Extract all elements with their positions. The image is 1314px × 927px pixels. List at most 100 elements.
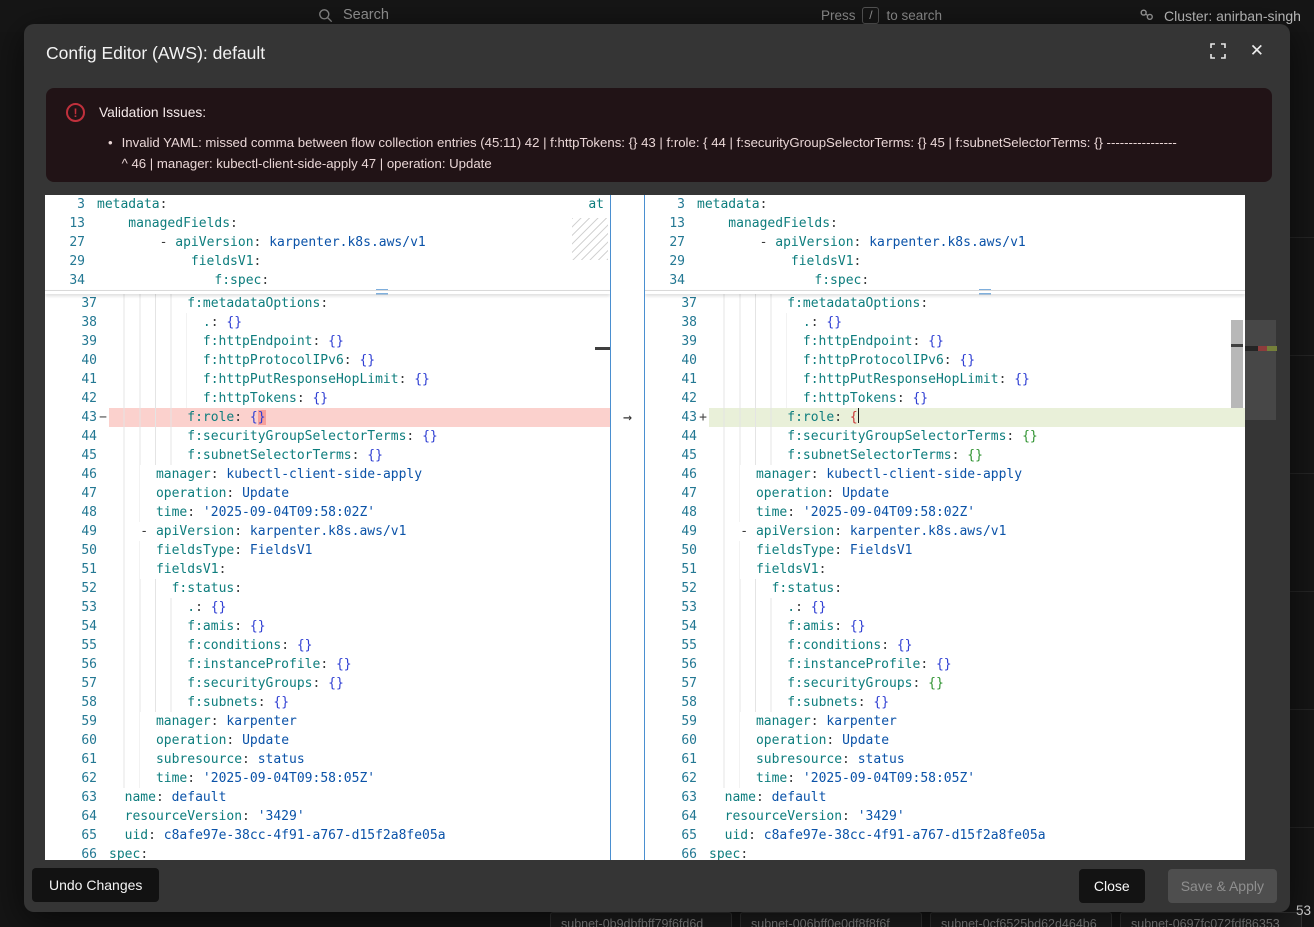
code-line[interactable]: 52f:status:: [45, 579, 610, 598]
code-line[interactable]: 29fieldsV1:: [645, 252, 1245, 271]
code-line[interactable]: 41f:httpPutResponseHopLimit: {}: [645, 370, 1245, 389]
code-line[interactable]: 41f:httpPutResponseHopLimit: {}: [45, 370, 610, 389]
code-line[interactable]: 58f:subnets: {}: [645, 693, 1245, 712]
code-line[interactable]: 61subresource: status: [645, 750, 1245, 769]
code-line[interactable]: 39f:httpEndpoint: {}: [45, 332, 610, 351]
code-line[interactable]: 50fieldsType: FieldsV1: [645, 541, 1245, 560]
code-line[interactable]: 27- apiVersion: karpenter.k8s.aws/v1: [645, 233, 1245, 252]
code-line[interactable]: 58f:subnets: {}: [45, 693, 610, 712]
code-line[interactable]: 55f:conditions: {}: [45, 636, 610, 655]
code-line[interactable]: 29fieldsV1:: [45, 252, 610, 271]
indent-guides: [109, 294, 172, 313]
code-line[interactable]: 39f:httpEndpoint: {}: [645, 332, 1245, 351]
code-line[interactable]: 60operation: Update: [645, 731, 1245, 750]
line-number: 46: [645, 465, 697, 484]
code-line[interactable]: 66spec:: [645, 845, 1245, 860]
code-line[interactable]: 57f:securityGroups: {}: [45, 674, 610, 693]
code-line[interactable]: 49- apiVersion: karpenter.k8s.aws/v1: [45, 522, 610, 541]
code-line[interactable]: 59manager: karpenter: [45, 712, 610, 731]
code-line[interactable]: 53.: {}: [645, 598, 1245, 617]
code-line[interactable]: 53.: {}: [45, 598, 610, 617]
code-line[interactable]: 49- apiVersion: karpenter.k8s.aws/v1: [645, 522, 1245, 541]
code-line[interactable]: 13managedFields:: [645, 214, 1245, 233]
code-line[interactable]: 45f:subnetSelectorTerms: {}: [645, 446, 1245, 465]
code-line[interactable]: 44f:securityGroupSelectorTerms: {}: [645, 427, 1245, 446]
line-number: 13: [45, 214, 85, 233]
diff-marker: [697, 484, 709, 503]
code-line[interactable]: 3metadata:: [645, 195, 1245, 214]
diff-marker: −: [97, 408, 109, 427]
subnet-badge: subnet-0cf6525bd62d464b6: [930, 912, 1112, 927]
save-apply-button[interactable]: Save & Apply: [1168, 869, 1277, 903]
code-line[interactable]: 56f:instanceProfile: {}: [645, 655, 1245, 674]
code-line[interactable]: 42f:httpTokens: {}: [45, 389, 610, 408]
code-line[interactable]: 65uid: c8afe97e-38cc-4f91-a767-d15f2a8fe…: [45, 826, 610, 845]
code-line[interactable]: 60operation: Update: [45, 731, 610, 750]
minimap-slider[interactable]: [1245, 320, 1276, 420]
code-line[interactable]: 42f:httpTokens: {}: [645, 389, 1245, 408]
code-line[interactable]: 51fieldsV1:: [45, 560, 610, 579]
code-line[interactable]: 43+f:role: {: [645, 408, 1245, 427]
code-line[interactable]: 27- apiVersion: karpenter.k8s.aws/v1: [45, 233, 610, 252]
line-number: 39: [45, 332, 97, 351]
code-line[interactable]: 54f:amis: {}: [645, 617, 1245, 636]
code-line[interactable]: 57f:securityGroups: {}: [645, 674, 1245, 693]
line-number: 55: [45, 636, 97, 655]
line-number: 60: [45, 731, 97, 750]
code-line[interactable]: 45f:subnetSelectorTerms: {}: [45, 446, 610, 465]
code-line[interactable]: 37f:metadataOptions:: [45, 294, 610, 313]
code-line[interactable]: 50fieldsType: FieldsV1: [45, 541, 610, 560]
code-line[interactable]: 48time: '2025-09-04T09:58:02Z': [645, 503, 1245, 522]
code-line[interactable]: 65uid: c8afe97e-38cc-4f91-a767-d15f2a8fe…: [645, 826, 1245, 845]
code-line[interactable]: 46manager: kubectl-client-side-apply: [645, 465, 1245, 484]
close-icon[interactable]: ✕: [1250, 42, 1264, 60]
code-line[interactable]: 52f:status:: [645, 579, 1245, 598]
code-line[interactable]: 62time: '2025-09-04T09:58:05Z': [45, 769, 610, 788]
diff-marker: [97, 693, 109, 712]
code-line[interactable]: 61subresource: status: [45, 750, 610, 769]
diff-marker: [697, 541, 709, 560]
indent-guides: [709, 332, 787, 351]
undo-changes-button[interactable]: Undo Changes: [32, 868, 159, 902]
code-line[interactable]: 38.: {}: [645, 313, 1245, 332]
code-line[interactable]: 40f:httpProtocolIPv6: {}: [645, 351, 1245, 370]
background-table-rows: [1290, 120, 1314, 927]
code-line[interactable]: 44f:securityGroupSelectorTerms: {}: [45, 427, 610, 446]
code-line[interactable]: 43−f:role: {}: [45, 408, 610, 427]
code-line[interactable]: 3metadata:: [45, 195, 610, 214]
revert-change-arrow[interactable]: →: [611, 408, 644, 427]
fullscreen-button[interactable]: [1209, 42, 1227, 60]
warning-icon: !: [66, 103, 85, 122]
code-line[interactable]: 63name: default: [645, 788, 1245, 807]
code-line[interactable]: 47operation: Update: [45, 484, 610, 503]
code-line[interactable]: 13managedFields:: [45, 214, 610, 233]
indent-guides: [709, 408, 772, 427]
diff-marker: [697, 598, 709, 617]
code-line[interactable]: 34f:spec:: [45, 271, 610, 290]
code-line[interactable]: 56f:instanceProfile: {}: [45, 655, 610, 674]
close-button[interactable]: Close: [1079, 869, 1145, 903]
diff-marker: [97, 484, 109, 503]
code-line[interactable]: 40f:httpProtocolIPv6: {}: [45, 351, 610, 370]
code-line[interactable]: 37f:metadataOptions:: [645, 294, 1245, 313]
line-number: 62: [645, 769, 697, 788]
code-line[interactable]: 66spec:: [45, 845, 610, 860]
code-line[interactable]: 46manager: kubectl-client-side-apply: [45, 465, 610, 484]
code-line[interactable]: 62time: '2025-09-04T09:58:05Z': [645, 769, 1245, 788]
code-line[interactable]: 64resourceVersion: '3429': [45, 807, 610, 826]
diff-marker: [697, 674, 709, 693]
code-line[interactable]: 64resourceVersion: '3429': [645, 807, 1245, 826]
code-line[interactable]: 51fieldsV1:: [645, 560, 1245, 579]
line-number: 58: [45, 693, 97, 712]
code-line[interactable]: 38.: {}: [45, 313, 610, 332]
code-line[interactable]: 59manager: karpenter: [645, 712, 1245, 731]
indent-guides: [109, 313, 187, 332]
indent-guides: [109, 389, 187, 408]
code-line[interactable]: 47operation: Update: [645, 484, 1245, 503]
code-line[interactable]: 34f:spec:: [645, 271, 1245, 290]
code-line[interactable]: 54f:amis: {}: [45, 617, 610, 636]
code-line[interactable]: 55f:conditions: {}: [645, 636, 1245, 655]
code-line[interactable]: 48time: '2025-09-04T09:58:02Z': [45, 503, 610, 522]
diff-marker: [697, 465, 709, 484]
code-line[interactable]: 63name: default: [45, 788, 610, 807]
